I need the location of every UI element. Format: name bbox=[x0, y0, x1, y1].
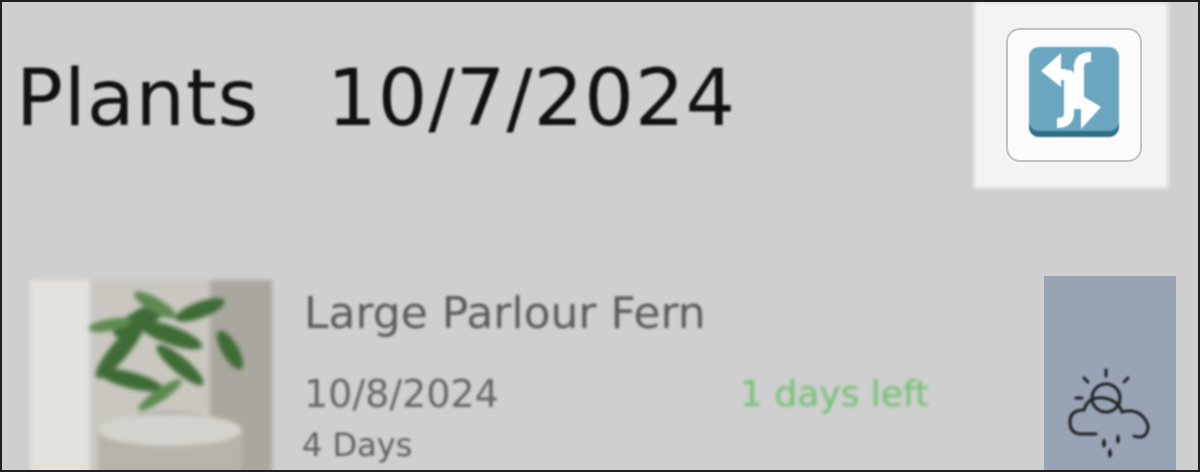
app-screen: Plants 10/7/2024 Large Parlour Fern 10/8… bbox=[0, 0, 1200, 472]
page-title-label: Plants bbox=[16, 54, 260, 144]
days-left-label: 1 days left bbox=[740, 374, 930, 415]
page-title: Plants 10/7/2024 bbox=[16, 54, 736, 144]
refresh-button[interactable] bbox=[1006, 28, 1142, 162]
plant-photo bbox=[30, 280, 272, 470]
watering-interval: 4 Days bbox=[302, 426, 413, 464]
next-watering-date: 10/8/2024 bbox=[304, 372, 499, 416]
plant-name: Large Parlour Fern bbox=[304, 288, 706, 339]
current-date: 10/7/2024 bbox=[327, 54, 737, 144]
weather-rain-icon bbox=[1068, 368, 1150, 458]
water-plant-button[interactable] bbox=[1044, 276, 1176, 470]
plant-list-item[interactable]: Large Parlour Fern 10/8/2024 1 days left… bbox=[30, 276, 1190, 470]
refresh-arrows-icon bbox=[1025, 45, 1123, 145]
